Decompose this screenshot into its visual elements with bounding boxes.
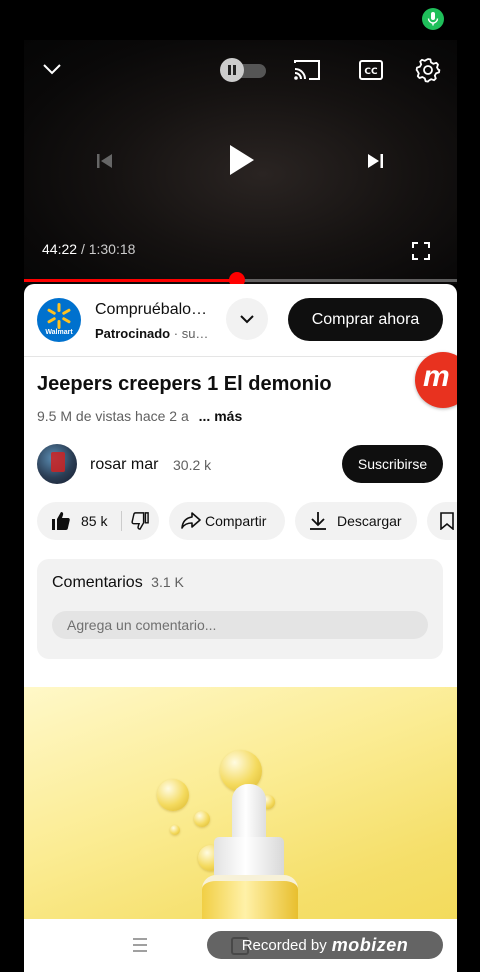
previous-icon[interactable] (92, 148, 118, 174)
gear-icon[interactable] (413, 55, 443, 85)
sponsored-label: Patrocinado (95, 326, 171, 341)
avatar[interactable] (37, 444, 77, 484)
oil-bubble (170, 825, 180, 835)
recorder-prefix: Recorded by (241, 936, 327, 954)
save-icon (440, 512, 454, 530)
walmart-logo-text: Walmart (45, 329, 73, 336)
buy-now-button[interactable]: Comprar ahora (288, 298, 443, 341)
action-bar: 85 k Compartir Descargar (24, 502, 457, 542)
comment-input[interactable]: Agrega un comentario... (52, 611, 428, 639)
download-label: Descargar (337, 513, 402, 529)
current-time: 44:22 (42, 241, 78, 257)
time-display: 44:22 / 1:30:18 (42, 241, 135, 257)
video-player[interactable]: CC 44:22 / 1:30:18 (0, 0, 480, 288)
sponsored-ad-row[interactable]: Walmart Compruébalo… Patrocinado · su… C… (24, 284, 457, 357)
mobizen-floating-icon[interactable]: m (415, 352, 457, 408)
menu-icon[interactable] (132, 937, 148, 953)
pause-icon (220, 58, 244, 82)
download-button[interactable]: Descargar (295, 502, 417, 540)
mic-icon (422, 8, 444, 30)
recorder-brand: mobizen (331, 934, 409, 955)
dropper-cap (214, 837, 284, 879)
oil-bubble (194, 811, 210, 827)
dislike-icon[interactable] (131, 512, 149, 530)
download-icon (310, 512, 326, 530)
content-sheet: Walmart Compruébalo… Patrocinado · su… C… (24, 284, 457, 972)
duration: 1:30:18 (88, 241, 136, 257)
chevron-down-icon[interactable] (38, 55, 66, 83)
comments-count: 3.1 K (151, 574, 184, 590)
upload-age: hace 2 a (135, 408, 189, 424)
video-title[interactable]: Jeepers creepers 1 El demonio (37, 373, 332, 396)
ad-banner-image[interactable] (24, 687, 457, 919)
next-icon[interactable] (362, 148, 388, 174)
mobizen-floating-letter: m (423, 360, 450, 393)
progress-bar[interactable] (24, 272, 457, 288)
ad-dot: · (173, 326, 182, 341)
like-count[interactable]: 85 k (81, 513, 107, 529)
channel-row[interactable]: rosar mar 30.2 k Suscribirse (24, 442, 457, 486)
comments-header: Comentarios 3.1 K (52, 574, 184, 592)
share-label: Compartir (205, 513, 267, 529)
cast-icon[interactable] (292, 56, 322, 84)
captions-icon[interactable]: CC (356, 56, 386, 84)
chevron-down-icon (240, 315, 254, 324)
share-button[interactable]: Compartir (169, 502, 285, 540)
play-icon[interactable] (222, 140, 262, 180)
svg-text:CC: CC (364, 67, 378, 77)
share-icon (181, 512, 201, 529)
like-divider (121, 511, 122, 531)
ad-expand-button[interactable] (226, 298, 268, 340)
progress-fill (24, 279, 237, 282)
comments-title: Comentarios (52, 574, 143, 591)
autoplay-toggle[interactable] (220, 58, 266, 82)
like-dislike-pill: 85 k (37, 502, 159, 540)
ad-subtitle: Patrocinado · su… (95, 326, 220, 341)
time-separator: / (80, 241, 85, 257)
ad-subtitle-extra: su… (181, 326, 209, 341)
ad-title[interactable]: Compruébalo… (95, 301, 220, 319)
comments-panel[interactable]: Comentarios 3.1 K Agrega un comentario..… (37, 559, 443, 659)
subscribe-button[interactable]: Suscribirse (342, 445, 443, 483)
video-meta[interactable]: 9.5 M de vistas hace 2 a ... más (37, 408, 242, 424)
recorder-watermark: Recorded by mobizen (207, 931, 443, 959)
dropper-bulb (232, 784, 266, 844)
oil-bubble (157, 779, 189, 811)
channel-name[interactable]: rosar mar (90, 456, 158, 474)
subscriber-count: 30.2 k (173, 457, 212, 473)
more-button[interactable]: ... más (199, 408, 243, 424)
system-nav-bar: Recorded by mobizen (24, 919, 457, 972)
serum-bottle (202, 875, 298, 919)
view-count: 9.5 M de vistas (37, 408, 132, 424)
save-button[interactable] (427, 502, 457, 540)
fullscreen-icon[interactable] (408, 238, 434, 264)
like-icon[interactable] (51, 511, 71, 531)
walmart-logo: Walmart (37, 298, 81, 342)
